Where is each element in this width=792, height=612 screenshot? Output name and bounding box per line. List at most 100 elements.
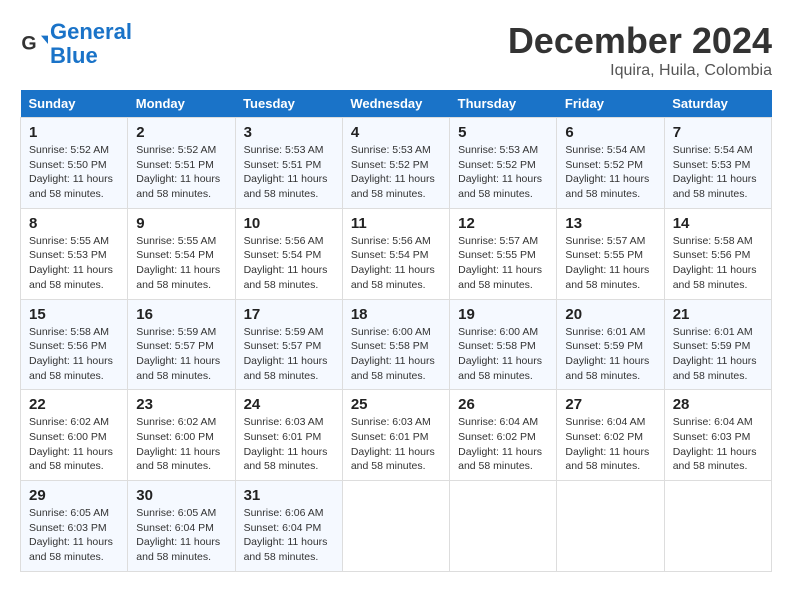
svg-text:G: G (21, 33, 36, 55)
day-number: 26 (458, 396, 548, 413)
calendar-cell: 3Sunrise: 5:53 AMSunset: 5:51 PMDaylight… (235, 118, 342, 209)
day-info: Sunrise: 5:57 AMSunset: 5:55 PMDaylight:… (458, 234, 548, 293)
calendar-cell: 6 Sunrise: 5:54 AMSunset: 5:52 PMDaylight… (557, 118, 664, 209)
day-info: Sunrise: 5:54 AMSunset: 5:52 PMDaylight:… (565, 143, 655, 202)
day-info: Sunrise: 6:02 AMSunset: 6:00 PMDaylight:… (29, 415, 119, 474)
calendar-cell: 31 Sunrise: 6:06 AMSunset: 6:04 PMDayligh… (235, 481, 342, 572)
weekday-header-thursday: Thursday (450, 90, 557, 118)
calendar-cell: 29 Sunrise: 6:05 AMSunset: 6:03 PMDayligh… (21, 481, 128, 572)
calendar-cell: 8 Sunrise: 5:55 AMSunset: 5:53 PMDaylight… (21, 208, 128, 299)
calendar-cell: 14 Sunrise: 5:58 AMSunset: 5:56 PMDayligh… (664, 208, 771, 299)
day-info: Sunrise: 5:52 AMSunset: 5:51 PMDaylight:… (136, 143, 226, 202)
day-number: 13 (565, 215, 655, 232)
day-number: 19 (458, 306, 548, 323)
calendar-cell: 22Sunrise: 6:02 AMSunset: 6:00 PMDayligh… (21, 390, 128, 481)
weekday-header-saturday: Saturday (664, 90, 771, 118)
calendar-cell: 16 Sunrise: 5:59 AMSunset: 5:57 PMDayligh… (128, 299, 235, 390)
day-number: 11 (351, 215, 441, 232)
calendar-cell: 2 Sunrise: 5:52 AMSunset: 5:51 PMDaylight… (128, 118, 235, 209)
calendar-cell (450, 481, 557, 572)
title-block: December 2024 Iquira, Huila, Colombia (508, 20, 772, 80)
day-number: 2 (136, 124, 226, 141)
calendar-cell: 9 Sunrise: 5:55 AMSunset: 5:54 PMDaylight… (128, 208, 235, 299)
logo-line1: General (50, 19, 132, 44)
calendar-cell: 20 Sunrise: 6:01 AMSunset: 5:59 PMDayligh… (557, 299, 664, 390)
calendar-cell: 4 Sunrise: 5:53 AMSunset: 5:52 PMDaylight… (342, 118, 449, 209)
day-number: 24 (244, 396, 334, 413)
day-number: 12 (458, 215, 548, 232)
day-info: Sunrise: 6:06 AMSunset: 6:04 PMDaylight:… (244, 506, 334, 565)
calendar-cell: 26 Sunrise: 6:04 AMSunset: 6:02 PMDayligh… (450, 390, 557, 481)
day-info: Sunrise: 5:57 AMSunset: 5:55 PMDaylight:… (565, 234, 655, 293)
calendar-cell: 12 Sunrise: 5:57 AMSunset: 5:55 PMDayligh… (450, 208, 557, 299)
logo-icon: G (20, 30, 48, 58)
day-number: 6 (565, 124, 655, 141)
day-info: Sunrise: 5:58 AMSunset: 5:56 PMDaylight:… (29, 325, 119, 384)
month-title: December 2024 (508, 20, 772, 62)
calendar-cell: 21Sunrise: 6:01 AMSunset: 5:59 PMDayligh… (664, 299, 771, 390)
day-info: Sunrise: 6:00 AMSunset: 5:58 PMDaylight:… (458, 325, 548, 384)
weekday-header-sunday: Sunday (21, 90, 128, 118)
day-info: Sunrise: 5:54 AMSunset: 5:53 PMDaylight:… (673, 143, 763, 202)
day-number: 20 (565, 306, 655, 323)
day-info: Sunrise: 5:53 AMSunset: 5:52 PMDaylight:… (351, 143, 441, 202)
day-info: Sunrise: 6:01 AMSunset: 5:59 PMDaylight:… (565, 325, 655, 384)
logo: G General Blue (20, 20, 132, 68)
day-number: 25 (351, 396, 441, 413)
day-info: Sunrise: 5:59 AMSunset: 5:57 PMDaylight:… (136, 325, 226, 384)
day-info: Sunrise: 6:04 AMSunset: 6:03 PMDaylight:… (673, 415, 763, 474)
day-info: Sunrise: 5:55 AMSunset: 5:54 PMDaylight:… (136, 234, 226, 293)
calendar-cell: 28Sunrise: 6:04 AMSunset: 6:03 PMDayligh… (664, 390, 771, 481)
calendar-week-3: 15Sunrise: 5:58 AMSunset: 5:56 PMDayligh… (21, 299, 772, 390)
calendar-table: SundayMondayTuesdayWednesdayThursdayFrid… (20, 90, 772, 572)
location: Iquira, Huila, Colombia (508, 62, 772, 80)
day-number: 8 (29, 215, 119, 232)
calendar-cell: 10 Sunrise: 5:56 AMSunset: 5:54 PMDayligh… (235, 208, 342, 299)
day-number: 10 (244, 215, 334, 232)
calendar-body: 1 Sunrise: 5:52 AMSunset: 5:50 PMDaylight… (21, 118, 772, 572)
day-number: 7 (673, 124, 763, 141)
day-info: Sunrise: 5:52 AMSunset: 5:50 PMDaylight:… (29, 143, 119, 202)
day-info: Sunrise: 5:56 AMSunset: 5:54 PMDaylight:… (351, 234, 441, 293)
calendar-cell: 11 Sunrise: 5:56 AMSunset: 5:54 PMDayligh… (342, 208, 449, 299)
day-number: 27 (565, 396, 655, 413)
day-number: 30 (136, 487, 226, 504)
calendar-header: SundayMondayTuesdayWednesdayThursdayFrid… (21, 90, 772, 118)
day-info: Sunrise: 6:00 AMSunset: 5:58 PMDaylight:… (351, 325, 441, 384)
calendar-week-4: 22Sunrise: 6:02 AMSunset: 6:00 PMDayligh… (21, 390, 772, 481)
day-info: Sunrise: 5:58 AMSunset: 5:56 PMDaylight:… (673, 234, 763, 293)
day-info: Sunrise: 6:03 AMSunset: 6:01 PMDaylight:… (244, 415, 334, 474)
day-number: 9 (136, 215, 226, 232)
weekday-header-tuesday: Tuesday (235, 90, 342, 118)
day-number: 23 (136, 396, 226, 413)
day-info: Sunrise: 6:03 AMSunset: 6:01 PMDaylight:… (351, 415, 441, 474)
day-number: 31 (244, 487, 334, 504)
calendar-cell: 24 Sunrise: 6:03 AMSunset: 6:01 PMDayligh… (235, 390, 342, 481)
day-info: Sunrise: 5:53 AMSunset: 5:51 PMDaylight:… (244, 143, 334, 202)
day-number: 16 (136, 306, 226, 323)
day-info: Sunrise: 6:05 AMSunset: 6:03 PMDaylight:… (29, 506, 119, 565)
day-number: 29 (29, 487, 119, 504)
calendar-cell: 30 Sunrise: 6:05 AMSunset: 6:04 PMDayligh… (128, 481, 235, 572)
calendar-cell: 15Sunrise: 5:58 AMSunset: 5:56 PMDayligh… (21, 299, 128, 390)
weekday-header-row: SundayMondayTuesdayWednesdayThursdayFrid… (21, 90, 772, 118)
logo-line2: Blue (50, 43, 98, 68)
day-info: Sunrise: 6:04 AMSunset: 6:02 PMDaylight:… (458, 415, 548, 474)
calendar-cell: 25 Sunrise: 6:03 AMSunset: 6:01 PMDayligh… (342, 390, 449, 481)
day-number: 1 (29, 124, 119, 141)
weekday-header-monday: Monday (128, 90, 235, 118)
calendar-week-5: 29 Sunrise: 6:05 AMSunset: 6:03 PMDayligh… (21, 481, 772, 572)
calendar-cell: 7 Sunrise: 5:54 AMSunset: 5:53 PMDaylight… (664, 118, 771, 209)
calendar-cell: 1 Sunrise: 5:52 AMSunset: 5:50 PMDaylight… (21, 118, 128, 209)
day-info: Sunrise: 5:53 AMSunset: 5:52 PMDaylight:… (458, 143, 548, 202)
calendar-cell: 27Sunrise: 6:04 AMSunset: 6:02 PMDayligh… (557, 390, 664, 481)
day-info: Sunrise: 5:56 AMSunset: 5:54 PMDaylight:… (244, 234, 334, 293)
calendar-cell (557, 481, 664, 572)
calendar-cell: 17Sunrise: 5:59 AMSunset: 5:57 PMDayligh… (235, 299, 342, 390)
day-info: Sunrise: 5:55 AMSunset: 5:53 PMDaylight:… (29, 234, 119, 293)
day-number: 14 (673, 215, 763, 232)
day-info: Sunrise: 6:05 AMSunset: 6:04 PMDaylight:… (136, 506, 226, 565)
calendar-week-2: 8 Sunrise: 5:55 AMSunset: 5:53 PMDaylight… (21, 208, 772, 299)
calendar-cell: 23Sunrise: 6:02 AMSunset: 6:00 PMDayligh… (128, 390, 235, 481)
day-number: 4 (351, 124, 441, 141)
